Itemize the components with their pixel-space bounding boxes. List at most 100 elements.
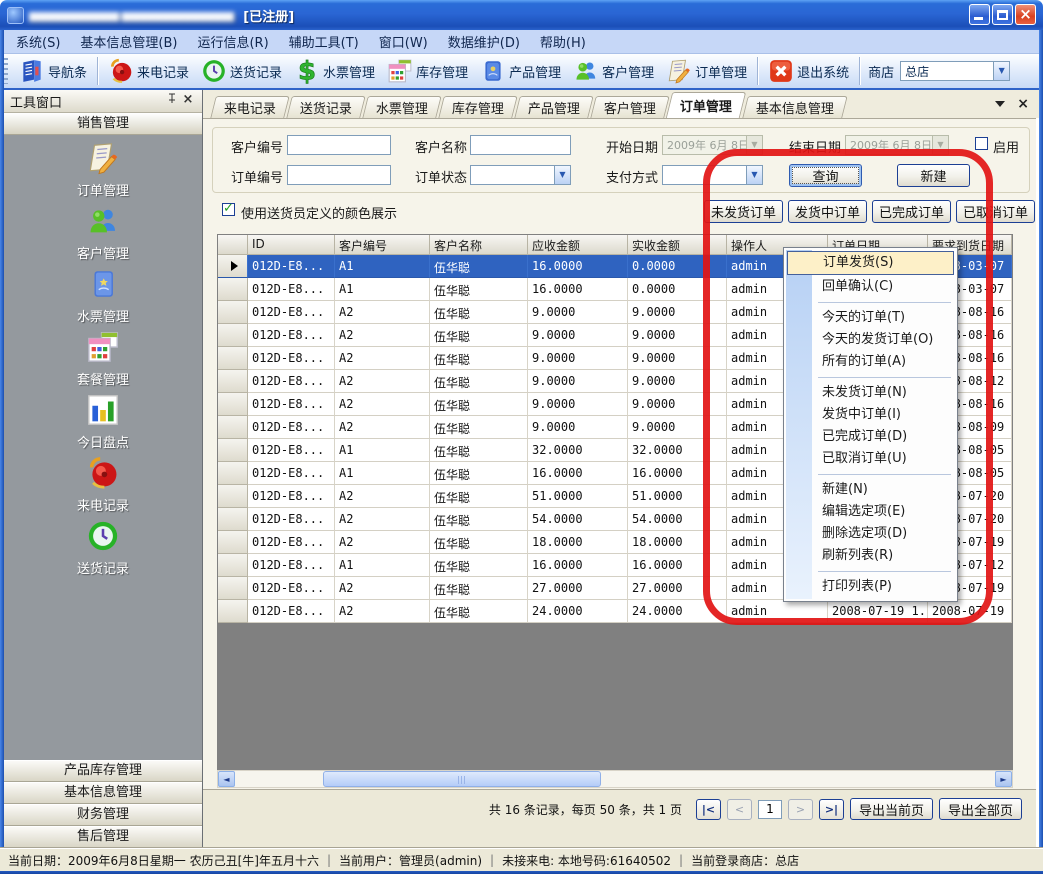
tab-1[interactable]: 送货记录 (286, 96, 366, 118)
row-selector[interactable] (218, 600, 248, 623)
toolbar-clock-button[interactable]: 送货记录 (195, 56, 288, 86)
context-menu-item-4[interactable]: 今天的发货订单(O) (786, 329, 955, 351)
sidebar-item-1[interactable]: 客户管理 (4, 204, 202, 267)
first-page-button[interactable]: |< (696, 799, 721, 820)
sidebar-item-2[interactable]: 水票管理 (4, 267, 202, 330)
tab-close-icon[interactable]: × (1017, 98, 1029, 110)
table-row[interactable]: 012D-E8...A2伍华聪24.000024.0000admin2008-0… (218, 600, 1012, 623)
toolbar-alarm-bell-button[interactable]: 来电记录 (102, 56, 195, 86)
row-selector[interactable] (218, 255, 248, 278)
row-selector[interactable] (218, 485, 248, 508)
row-selector[interactable] (218, 439, 248, 462)
toolbar-order-scroll-button[interactable]: 订单管理 (660, 56, 753, 86)
row-selector[interactable] (218, 577, 248, 600)
sidebar-group-2[interactable]: 财务管理 (4, 804, 202, 826)
row-selector[interactable] (218, 462, 248, 485)
row-selector[interactable] (218, 370, 248, 393)
sidebar-group-sales[interactable]: 销售管理 (4, 113, 202, 135)
row-selector[interactable] (218, 301, 248, 324)
row-selector[interactable] (218, 531, 248, 554)
page-number-input[interactable]: 1 (758, 800, 782, 819)
toolbar-calendar-grid-button[interactable]: 库存管理 (381, 56, 474, 86)
prev-page-button[interactable]: < (727, 799, 752, 820)
customer-no-input[interactable] (287, 135, 391, 155)
scrollbar-thumb[interactable] (323, 771, 601, 787)
menubar-item-6[interactable]: 帮助(H) (530, 29, 596, 54)
minimize-button[interactable] (969, 4, 990, 25)
sidebar-group-0[interactable]: 产品库存管理 (4, 760, 202, 782)
context-menu-item-3[interactable]: 今天的订单(T) (786, 307, 955, 329)
context-menu-item-14[interactable]: 删除选定项(D) (786, 523, 955, 545)
context-menu-item-12[interactable]: 新建(N) (786, 479, 955, 501)
start-date-picker[interactable]: 2009年 6月 8日 ▼ (662, 135, 763, 155)
toolbar-product-book-button[interactable]: 产品管理 (474, 56, 567, 86)
tab-5[interactable]: 客户管理 (590, 96, 670, 118)
new-button[interactable]: 新建 (897, 164, 970, 187)
tab-0[interactable]: 来电记录 (210, 96, 290, 118)
context-menu-item-9[interactable]: 已完成订单(D) (786, 426, 955, 448)
scroll-left-icon[interactable]: ◄ (218, 771, 235, 787)
close-button[interactable]: × (1015, 4, 1036, 25)
context-menu-item-1[interactable]: 回单确认(C) (786, 276, 955, 298)
tab-list-dropdown-icon[interactable] (995, 101, 1005, 107)
row-selector[interactable] (218, 393, 248, 416)
column-header-3[interactable]: 应收金额 (528, 235, 628, 255)
tab-7[interactable]: 基本信息管理 (742, 96, 848, 118)
menubar-item-1[interactable]: 基本信息管理(B) (70, 29, 187, 54)
column-header-2[interactable]: 客户名称 (430, 235, 528, 255)
toolbar-navigation-book-button[interactable]: 导航条 (13, 56, 93, 86)
shop-select[interactable]: 总店 ▼ (900, 61, 1010, 81)
sidebar-item-6[interactable]: 送货记录 (4, 519, 202, 582)
menubar-item-2[interactable]: 运行信息(R) (187, 29, 278, 54)
next-page-button[interactable]: > (788, 799, 813, 820)
context-menu-item-15[interactable]: 刷新列表(R) (786, 545, 955, 567)
maximize-button[interactable] (992, 4, 1013, 25)
toolbar-exit-button[interactable]: 退出系统 (762, 56, 855, 86)
end-date-picker[interactable]: 2009年 6月 8日 ▼ (845, 135, 949, 155)
tab-6[interactable]: 订单管理 (666, 92, 746, 118)
toolbar-customers-button[interactable]: 客户管理 (567, 56, 660, 86)
export-all-pages-button[interactable]: 导出全部页 (939, 798, 1022, 820)
deliveryman-color-checkbox[interactable] (222, 203, 235, 216)
sidebar-group-1[interactable]: 基本信息管理 (4, 782, 202, 804)
close-icon[interactable]: × (180, 93, 196, 109)
menubar-item-4[interactable]: 窗口(W) (369, 29, 438, 54)
chevron-down-icon[interactable]: ▼ (993, 62, 1009, 80)
context-menu-item-17[interactable]: 打印列表(P) (786, 576, 955, 598)
context-menu-item-10[interactable]: 已取消订单(U) (786, 448, 955, 470)
export-current-page-button[interactable]: 导出当前页 (850, 798, 933, 820)
order-no-input[interactable] (287, 165, 391, 185)
context-menu-item-7[interactable]: 未发货订单(N) (786, 382, 955, 404)
column-header-4[interactable]: 实收金额 (628, 235, 727, 255)
pin-icon[interactable] (164, 93, 180, 109)
search-button[interactable]: 查询 (789, 164, 862, 187)
sidebar-group-3[interactable]: 售后管理 (4, 826, 202, 848)
toolbar-dollar-button[interactable]: $水票管理 (288, 56, 381, 86)
enable-checkbox[interactable] (975, 137, 988, 150)
row-selector[interactable] (218, 416, 248, 439)
menubar-item-5[interactable]: 数据维护(D) (438, 29, 530, 54)
sidebar-item-5[interactable]: 来电记录 (4, 456, 202, 519)
tab-4[interactable]: 产品管理 (514, 96, 594, 118)
context-menu-item-13[interactable]: 编辑选定项(E) (786, 501, 955, 523)
column-header-0[interactable]: ID (248, 235, 335, 255)
order-status-select[interactable]: ▼ (470, 165, 571, 185)
last-page-button[interactable]: >| (819, 799, 844, 820)
context-menu-item-8[interactable]: 发货中订单(I) (786, 404, 955, 426)
row-selector[interactable] (218, 554, 248, 577)
order-status-filter-button-1[interactable]: 发货中订单 (788, 200, 867, 223)
horizontal-scrollbar[interactable]: ◄ ► (217, 770, 1013, 788)
context-menu-item-5[interactable]: 所有的订单(A) (786, 351, 955, 373)
sidebar-item-0[interactable]: 订单管理 (4, 141, 202, 204)
row-selector[interactable] (218, 508, 248, 531)
order-status-filter-button-0[interactable]: 未发货订单 (704, 200, 783, 223)
row-selector[interactable] (218, 347, 248, 370)
scroll-right-icon[interactable]: ► (995, 771, 1012, 787)
row-selector[interactable] (218, 278, 248, 301)
order-status-filter-button-2[interactable]: 已完成订单 (872, 200, 951, 223)
menubar-item-0[interactable]: 系统(S) (6, 29, 70, 54)
column-header-1[interactable]: 客户编号 (335, 235, 430, 255)
sidebar-item-4[interactable]: 今日盘点 (4, 393, 202, 456)
tab-2[interactable]: 水票管理 (362, 96, 442, 118)
pay-method-select[interactable]: ▼ (662, 165, 763, 185)
